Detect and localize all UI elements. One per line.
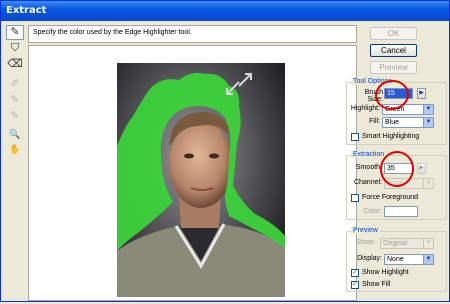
highlight-label: Highlight: [350,105,380,112]
title-bar[interactable]: Extract [1,1,449,21]
chevron-down-icon[interactable]: ▼ [423,179,433,188]
smooth-label: Smooth: [355,164,382,171]
cancel-button[interactable]: Cancel [370,44,417,57]
portrait-image [117,63,285,297]
smooth-slider-arrow-icon[interactable]: ▶ [417,163,426,174]
eyedropper-tool-icon[interactable]: ✐ [6,77,24,92]
image-preview-canvas[interactable] [28,45,357,301]
edge-touchup-tool-icon[interactable]: ✎ [6,109,24,124]
color-label: Color: [363,208,382,215]
tool-hint-text: Specify the color used by the Edge Highl… [28,25,357,43]
eraser-tool-icon[interactable]: ⌫ [6,57,24,72]
smart-highlighting-label: Smart Highlighting [362,133,420,140]
preview-button[interactable]: Preview [370,61,417,74]
chevron-down-icon[interactable]: ▼ [423,118,433,127]
chevron-down-icon[interactable]: ▼ [423,239,433,248]
show-select[interactable]: Original ▼ [380,238,434,249]
display-label: Display: [357,255,382,262]
right-eye [209,153,219,159]
fill-color-value: Blue [385,119,400,126]
window-title: Extract [6,5,47,16]
checkmark-icon: ✓ [352,269,358,276]
fill-color-select[interactable]: Blue ▼ [382,117,434,128]
tool-palette: ✎ ⛉ ⌫ ✐ ✎ ✎ 🔍 ✋ [3,24,27,302]
preview-group: Preview Show: Original ▼ Display: None ▼… [346,227,447,292]
show-highlight-label: Show Highlight [362,269,409,276]
smart-highlighting-checkbox[interactable] [351,133,359,141]
preview-title: Preview [351,227,380,234]
edge-highlighter-tool-icon[interactable]: ✎ [6,25,24,40]
show-label: Show: [355,239,375,246]
brush-size-slider-arrow-icon[interactable]: ▶ [417,88,426,99]
ok-button[interactable]: OK [370,27,417,40]
chevron-down-icon[interactable]: ▼ [423,105,433,114]
zoom-tool-icon[interactable]: 🔍 [6,127,24,142]
left-eye [184,153,194,159]
fill-label: Fill: [369,118,380,125]
display-value: None [387,256,404,263]
show-value: Original [383,240,408,247]
show-fill-checkbox[interactable]: ✓ [351,281,359,289]
force-foreground-checkbox[interactable] [351,194,359,202]
chevron-down-icon[interactable]: ▼ [423,255,433,264]
show-fill-label: Show Fill [362,281,391,288]
foreground-color-swatch[interactable] [384,206,418,217]
display-select[interactable]: None ▼ [384,254,434,265]
cleanup-tool-icon[interactable]: ✎ [6,93,24,108]
force-foreground-label: Force Foreground [362,194,419,201]
show-highlight-checkbox[interactable]: ✓ [351,269,359,277]
extraction-title: Extraction [351,151,387,158]
fill-tool-icon[interactable]: ⛉ [6,41,24,56]
hand-tool-icon[interactable]: ✋ [6,142,24,157]
checkmark-icon: ✓ [352,281,358,288]
channel-label: Channel: [353,179,382,186]
extract-dialog: Extract ✎ ⛉ ⌫ ✐ ✎ ✎ 🔍 ✋ Specify the colo… [0,0,450,302]
